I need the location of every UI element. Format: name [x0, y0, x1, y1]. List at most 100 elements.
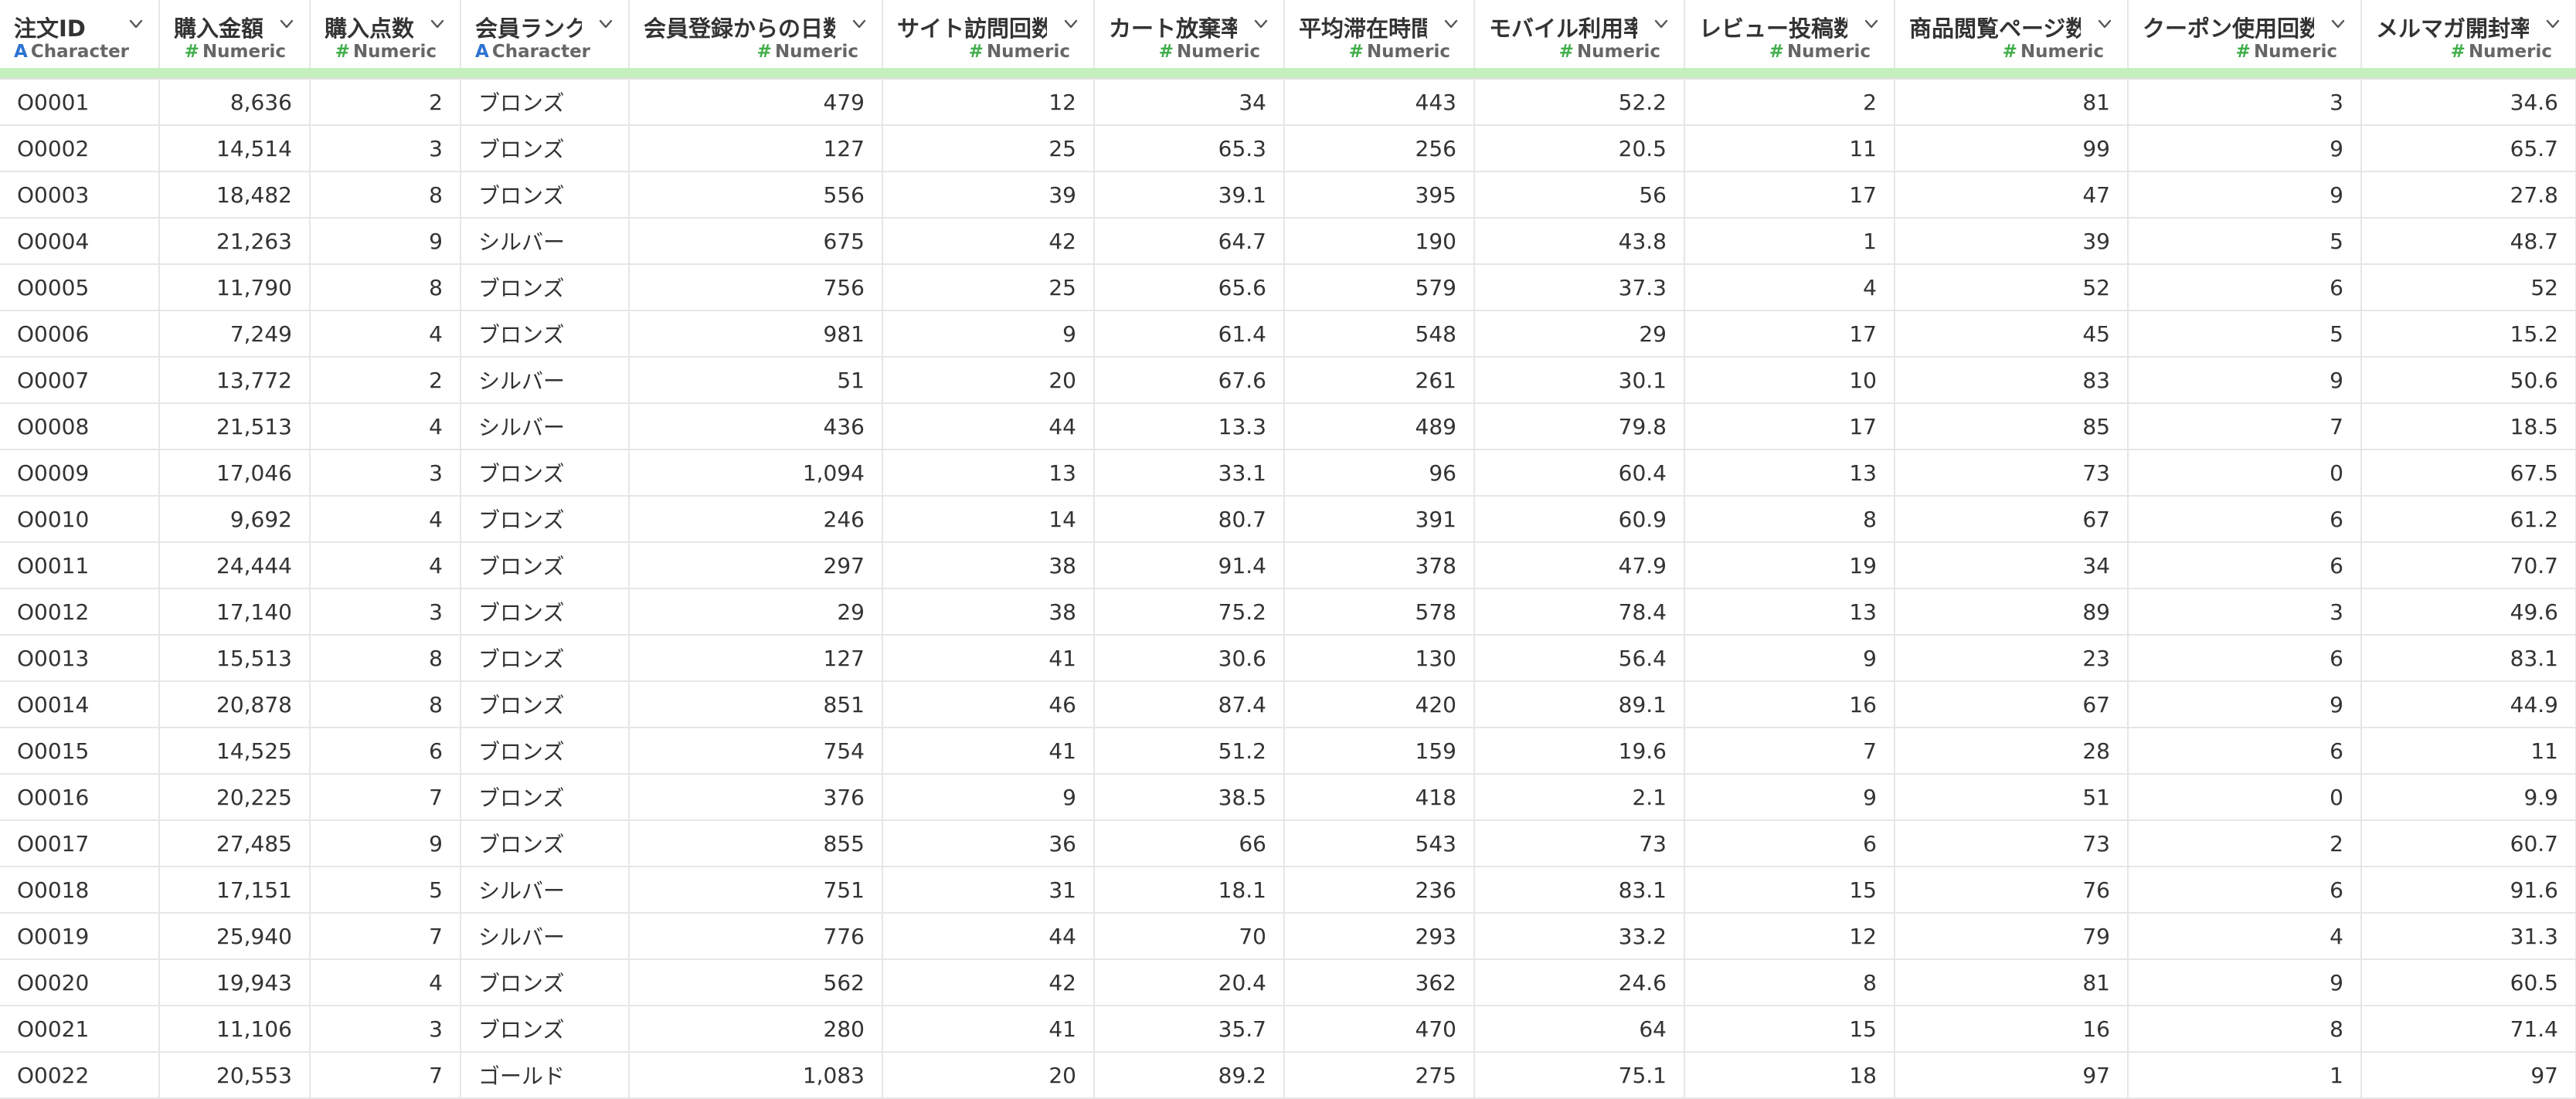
table-cell[interactable]: 8: [1684, 959, 1895, 1006]
table-cell[interactable]: O0015: [0, 728, 160, 775]
table-cell[interactable]: ブロンズ: [460, 774, 630, 821]
table-cell[interactable]: 67.6: [1094, 357, 1285, 404]
table-cell[interactable]: シルバー: [460, 357, 630, 404]
column-header[interactable]: 会員ランク A Character: [460, 0, 630, 68]
chevron-down-icon[interactable]: [851, 15, 868, 32]
table-cell[interactable]: 543: [1284, 820, 1475, 867]
table-cell[interactable]: 79.8: [1474, 403, 1685, 450]
table-cell[interactable]: O0005: [0, 264, 160, 311]
table-cell[interactable]: 2.1: [1474, 774, 1685, 821]
table-cell[interactable]: 4: [310, 496, 461, 543]
table-cell[interactable]: 81: [1895, 959, 2129, 1006]
table-cell[interactable]: 34: [1094, 79, 1285, 126]
table-row[interactable]: O0019 25,940 7 シルバー 776 44 70 293 33.2 12 79 4 31.3: [0, 913, 2576, 960]
table-cell[interactable]: 855: [629, 820, 883, 867]
column-header[interactable]: 平均滞在時間 # Numeric: [1284, 0, 1475, 68]
table-cell[interactable]: 13,772: [159, 357, 311, 404]
table-cell[interactable]: 41: [882, 635, 1095, 682]
chevron-down-icon[interactable]: [2096, 15, 2113, 32]
table-cell[interactable]: ブロンズ: [460, 635, 630, 682]
table-cell[interactable]: 50.6: [2361, 357, 2576, 404]
table-cell[interactable]: 27,485: [159, 820, 311, 867]
table-cell[interactable]: 11: [1684, 125, 1895, 172]
table-cell[interactable]: O0010: [0, 496, 160, 543]
table-cell[interactable]: O0003: [0, 171, 160, 219]
table-cell[interactable]: 89: [1895, 589, 2129, 636]
chevron-down-icon[interactable]: [278, 15, 295, 32]
table-cell[interactable]: シルバー: [460, 867, 630, 914]
table-cell[interactable]: O0020: [0, 959, 160, 1006]
table-cell[interactable]: 4: [310, 542, 461, 589]
table-cell[interactable]: 15,513: [159, 635, 311, 682]
table-cell[interactable]: 38: [882, 542, 1095, 589]
table-cell[interactable]: 9: [2128, 357, 2362, 404]
table-cell[interactable]: ゴールド: [460, 1052, 630, 1099]
table-cell[interactable]: 28: [1895, 728, 2129, 775]
table-cell[interactable]: 376: [629, 774, 883, 821]
table-cell[interactable]: 7,249: [159, 310, 311, 358]
table-cell[interactable]: 8: [1684, 496, 1895, 543]
table-cell[interactable]: 61.2: [2361, 496, 2576, 543]
table-cell[interactable]: 7: [310, 913, 461, 960]
table-cell[interactable]: O0007: [0, 357, 160, 404]
table-cell[interactable]: 78.4: [1474, 589, 1685, 636]
table-cell[interactable]: 11,106: [159, 1006, 311, 1053]
table-cell[interactable]: 20: [882, 1052, 1095, 1099]
table-cell[interactable]: 13: [882, 449, 1095, 497]
table-cell[interactable]: 67.5: [2361, 449, 2576, 497]
table-cell[interactable]: 64: [1474, 1006, 1685, 1053]
table-cell[interactable]: 9: [310, 218, 461, 265]
table-cell[interactable]: 9: [1684, 774, 1895, 821]
table-cell[interactable]: 6: [2128, 496, 2362, 543]
table-cell[interactable]: 261: [1284, 357, 1475, 404]
table-cell[interactable]: 14,525: [159, 728, 311, 775]
table-cell[interactable]: 25,940: [159, 913, 311, 960]
column-header[interactable]: メルマガ開封率 # Numeric: [2361, 0, 2576, 68]
table-cell[interactable]: 9: [882, 774, 1095, 821]
table-cell[interactable]: ブロンズ: [460, 310, 630, 358]
table-cell[interactable]: ブロンズ: [460, 728, 630, 775]
table-cell[interactable]: 5: [310, 867, 461, 914]
table-cell[interactable]: 20.4: [1094, 959, 1285, 1006]
table-cell[interactable]: O0009: [0, 449, 160, 497]
table-cell[interactable]: 52.2: [1474, 79, 1685, 126]
table-cell[interactable]: 35.7: [1094, 1006, 1285, 1053]
table-cell[interactable]: 159: [1284, 728, 1475, 775]
table-cell[interactable]: 6: [310, 728, 461, 775]
column-header[interactable]: クーポン使用回数 # Numeric: [2128, 0, 2362, 68]
table-cell[interactable]: 489: [1284, 403, 1475, 450]
table-cell[interactable]: 75.2: [1094, 589, 1285, 636]
table-cell[interactable]: 65.7: [2361, 125, 2576, 172]
table-cell[interactable]: 41: [882, 1006, 1095, 1053]
column-header[interactable]: 購入金額 # Numeric: [159, 0, 311, 68]
table-cell[interactable]: 3: [2128, 79, 2362, 126]
table-row[interactable]: O0013 15,513 8 ブロンズ 127 41 30.6 130 56.4 9 23 6 83.1: [0, 635, 2576, 682]
table-cell[interactable]: 24,444: [159, 542, 311, 589]
table-cell[interactable]: 4: [310, 403, 461, 450]
table-cell[interactable]: 981: [629, 310, 883, 358]
table-cell[interactable]: 67: [1895, 496, 2129, 543]
table-cell[interactable]: 60.5: [2361, 959, 2576, 1006]
table-cell[interactable]: 47.9: [1474, 542, 1685, 589]
table-cell[interactable]: 87.4: [1094, 681, 1285, 728]
table-cell[interactable]: 17: [1684, 171, 1895, 219]
table-cell[interactable]: 17,140: [159, 589, 311, 636]
table-cell[interactable]: 2: [310, 357, 461, 404]
table-cell[interactable]: ブロンズ: [460, 449, 630, 497]
table-cell[interactable]: 3: [310, 1006, 461, 1053]
table-cell[interactable]: 20.5: [1474, 125, 1685, 172]
table-cell[interactable]: 27.8: [2361, 171, 2576, 219]
table-cell[interactable]: 38.5: [1094, 774, 1285, 821]
table-cell[interactable]: 24.6: [1474, 959, 1685, 1006]
table-row[interactable]: O0018 17,151 5 シルバー 751 31 18.1 236 83.1 15 76 6 91.…: [0, 867, 2576, 914]
table-cell[interactable]: 51.2: [1094, 728, 1285, 775]
table-cell[interactable]: 17: [1684, 310, 1895, 358]
table-cell[interactable]: 61.4: [1094, 310, 1285, 358]
table-cell[interactable]: 56: [1474, 171, 1685, 219]
table-cell[interactable]: 65.3: [1094, 125, 1285, 172]
table-row[interactable]: O0015 14,525 6 ブロンズ 754 41 51.2 159 19.6 7 28 6 11: [0, 728, 2576, 775]
table-cell[interactable]: 51: [1895, 774, 2129, 821]
table-cell[interactable]: 67: [1895, 681, 2129, 728]
table-cell[interactable]: 25: [882, 125, 1095, 172]
table-cell[interactable]: 293: [1284, 913, 1475, 960]
